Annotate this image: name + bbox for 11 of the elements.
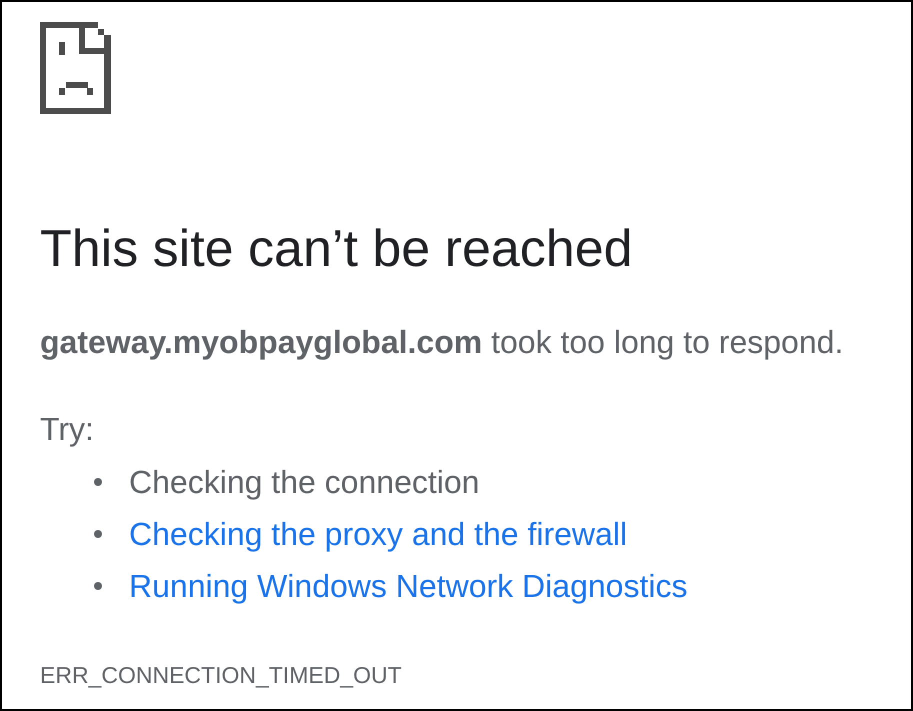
bullet-icon <box>94 582 102 590</box>
suggestion-link[interactable]: Checking the proxy and the firewall <box>129 513 628 555</box>
bullet-icon <box>94 478 102 486</box>
try-label: Try: <box>40 410 94 449</box>
suggestion-link[interactable]: Running Windows Network Diagnostics <box>129 565 688 607</box>
error-code: ERR_CONNECTION_TIMED_OUT <box>40 661 402 690</box>
sad-page-icon <box>40 22 111 114</box>
page-title: This site can’t be reached <box>40 219 633 280</box>
bullet-icon <box>94 530 102 538</box>
error-message: gateway.myobpayglobal.com took too long to respond. <box>40 323 844 362</box>
suggestion-text: Checking the connection <box>129 463 480 502</box>
